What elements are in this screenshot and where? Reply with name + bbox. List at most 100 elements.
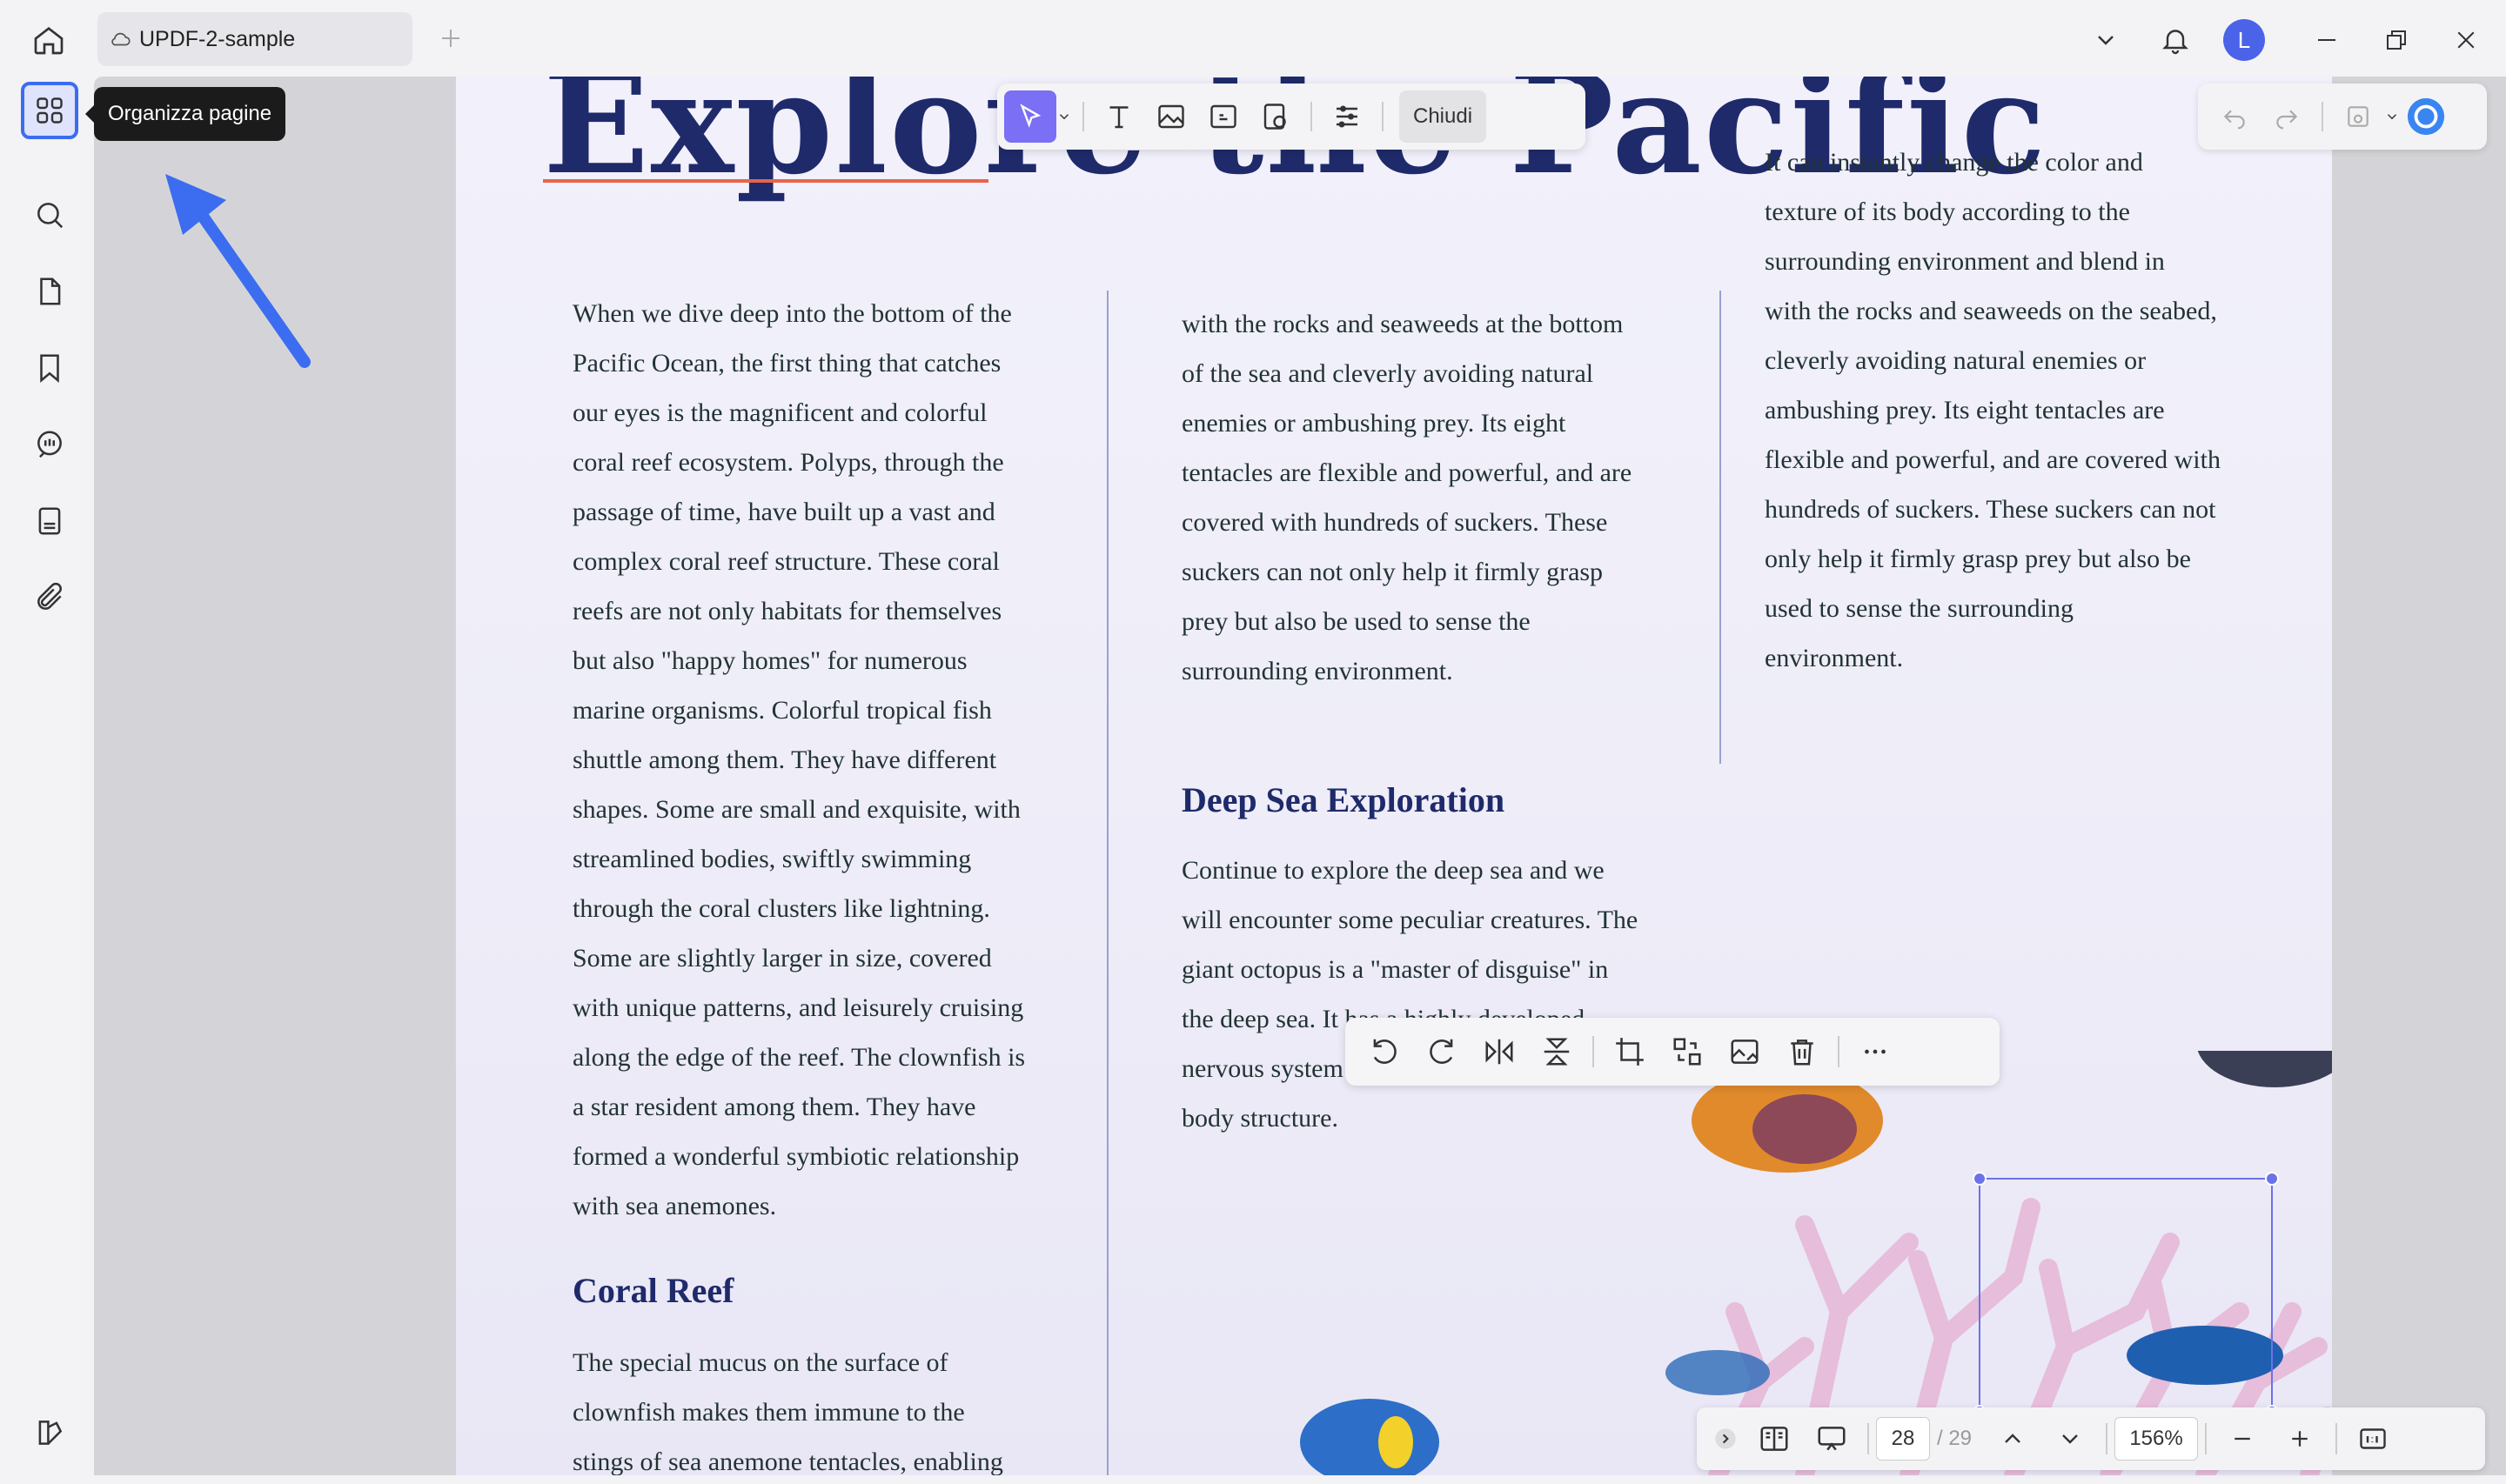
extract-button[interactable] [1716, 1026, 1773, 1078]
crop-icon [1616, 1038, 1644, 1066]
comments-button[interactable] [21, 416, 78, 473]
chevron-up-icon [2005, 1434, 2020, 1443]
flip-horizontal-button[interactable] [1471, 1026, 1528, 1078]
actual-size-icon [2360, 1428, 2386, 1449]
zoom-level[interactable]: 156% [2114, 1417, 2199, 1461]
add-link-button[interactable] [1197, 90, 1250, 143]
flip-vertical-button[interactable] [1528, 1026, 1585, 1078]
comment-icon [37, 431, 62, 458]
add-image-button[interactable] [1145, 90, 1197, 143]
column-divider-2 [1719, 291, 1721, 764]
fish-image-bottom [1300, 1399, 1439, 1475]
zoom-in-button[interactable] [2271, 1414, 2328, 1464]
flip-vertical-icon [1544, 1038, 1570, 1066]
close-window-icon[interactable] [2445, 19, 2487, 61]
add-tab-icon[interactable] [435, 23, 466, 54]
chevron-down-icon[interactable] [2085, 19, 2127, 61]
column-1-text: When we dive deep into the bottom of the… [573, 299, 1026, 1220]
coral-text-block: The special mucus on the surface of clow… [573, 1338, 1060, 1475]
title-bar: UPDF-2-sample L [0, 0, 2506, 77]
restore-icon[interactable] [2375, 19, 2417, 61]
separator [1838, 1036, 1839, 1067]
column-2: with the rocks and seaweeds at the botto… [1182, 299, 1669, 696]
chevron-down-icon [2062, 1434, 2078, 1444]
document-tab[interactable]: UPDF-2-sample [97, 12, 412, 66]
attachments-button[interactable] [21, 569, 78, 626]
actual-size-button[interactable] [2344, 1414, 2402, 1464]
properties-button[interactable] [1321, 90, 1373, 143]
delete-button[interactable] [1773, 1026, 1831, 1078]
zoom-out-button[interactable] [2214, 1414, 2271, 1464]
search-icon [37, 203, 64, 229]
search-button[interactable] [21, 186, 78, 244]
slideshow-icon [1818, 1427, 1846, 1451]
presentation-button[interactable] [1803, 1414, 1860, 1464]
form-icon [38, 507, 61, 535]
minus-icon [2235, 1437, 2250, 1441]
right-margin [2332, 77, 2506, 1475]
home-icon[interactable] [28, 19, 70, 61]
avatar[interactable]: L [2223, 19, 2265, 61]
column-3-text: It can instantly change the color and te… [1765, 148, 2221, 672]
redo-button[interactable] [2261, 90, 2313, 143]
resize-handle[interactable] [1973, 1172, 1987, 1186]
rotate-right-button[interactable] [1413, 1026, 1471, 1078]
resize-handle[interactable] [2265, 1172, 2279, 1186]
image-icon [1158, 104, 1184, 129]
chevron-down-icon[interactable] [1056, 109, 1074, 124]
separator [1082, 102, 1084, 131]
chevron-down-icon[interactable] [2384, 109, 2400, 124]
rotate-left-button[interactable] [1356, 1026, 1413, 1078]
heading-coral-reef: Coral Reef [573, 1271, 734, 1310]
text-icon [1109, 106, 1129, 129]
rotate-left-icon [1373, 1039, 1397, 1064]
arrow-annotation [165, 174, 311, 368]
save-icon [2348, 106, 2369, 127]
save-button[interactable] [2332, 90, 2384, 143]
undo-button[interactable] [2208, 90, 2261, 143]
more-icon [1865, 1049, 1886, 1054]
add-text-button[interactable] [1093, 90, 1145, 143]
bell-icon[interactable] [2154, 19, 2196, 61]
watermark-button[interactable] [1250, 90, 1302, 143]
theme-icon [38, 1420, 63, 1445]
separator [1310, 102, 1312, 131]
page-layout-button[interactable] [1745, 1414, 1803, 1464]
tab-title: UPDF-2-sample [139, 26, 296, 51]
previous-page-button[interactable] [1984, 1414, 2041, 1464]
ai-assistant-button[interactable] [2400, 90, 2452, 143]
forms-button[interactable] [21, 492, 78, 550]
thumbnails-button[interactable] [21, 263, 78, 320]
bookmarks-button[interactable] [21, 339, 78, 397]
crop-button[interactable] [1601, 1026, 1658, 1078]
next-page-button[interactable] [2041, 1414, 2099, 1464]
extract-icon [1731, 1039, 1759, 1064]
link-icon [1210, 104, 1236, 129]
expand-button[interactable] [1705, 1414, 1745, 1464]
flip-horizontal-icon [1485, 1039, 1513, 1065]
separator [2106, 1423, 2108, 1454]
bottom-toolbar: 28 / 29 156% [1697, 1407, 2485, 1470]
organize-pages-button[interactable] [21, 82, 78, 139]
selected-image-frame[interactable] [1973, 1172, 2279, 1419]
page-icon [40, 277, 61, 305]
top-right-toolbar [2198, 84, 2487, 150]
separator [2335, 1423, 2338, 1454]
minimize-icon[interactable] [2306, 19, 2348, 61]
grid-icon [37, 97, 63, 124]
ai-icon [2407, 97, 2445, 136]
sidebar-settings-button[interactable] [21, 1404, 78, 1461]
separator [1382, 102, 1384, 131]
page-number-input[interactable]: 28 [1876, 1417, 1930, 1461]
select-tool-button[interactable] [1004, 90, 1056, 143]
more-button[interactable] [1846, 1026, 1904, 1078]
chevron-right-icon [1715, 1428, 1736, 1449]
organize-pages-tooltip: Organizza pagine [84, 87, 286, 141]
replace-button[interactable] [1658, 1026, 1716, 1078]
close-edit-button[interactable]: Chiudi [1399, 90, 1487, 143]
cursor-icon [1020, 104, 1042, 128]
column-2-text: with the rocks and seaweeds at the botto… [1182, 310, 1632, 685]
cloud-icon [111, 32, 131, 46]
separator [1592, 1036, 1594, 1067]
column-divider [1107, 291, 1109, 1475]
